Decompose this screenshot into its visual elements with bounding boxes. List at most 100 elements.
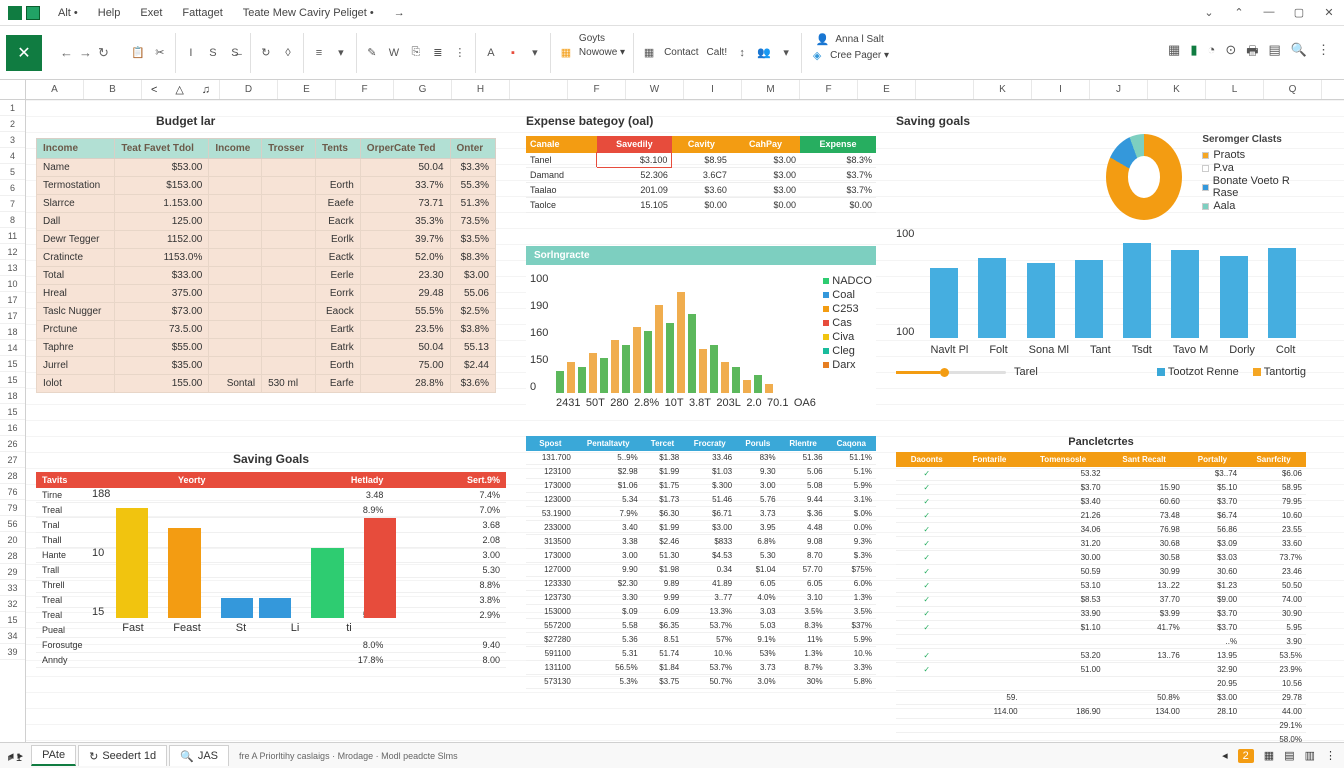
col-header[interactable]: F <box>800 80 858 99</box>
win-up-icon[interactable]: ⌃ <box>1232 6 1246 19</box>
contact-button[interactable]: Contact <box>664 47 698 58</box>
view-normal-icon[interactable]: ▦ <box>1264 749 1274 762</box>
row-header[interactable]: 39 <box>0 644 25 660</box>
grid-icon[interactable]: ▦ <box>642 46 656 60</box>
col-header[interactable]: G <box>394 80 452 99</box>
row-header[interactable]: 10 <box>0 276 25 292</box>
back-icon[interactable]: ← <box>60 45 73 61</box>
underline-icon[interactable]: S <box>206 46 220 60</box>
sheet-tab[interactable]: PAte <box>31 745 76 766</box>
sheet-tab[interactable]: ↻Seedert 1d <box>78 745 167 766</box>
row-header[interactable]: 33 <box>0 580 25 596</box>
row-header[interactable]: 16 <box>0 420 25 436</box>
overflow-icon[interactable]: ⋮ <box>1317 42 1330 64</box>
col-header[interactable]: W <box>626 80 684 99</box>
row-header[interactable]: 79 <box>0 500 25 516</box>
zoom-icon[interactable]: 🔍 <box>1291 42 1307 64</box>
row-header[interactable]: 34 <box>0 628 25 644</box>
align-left-icon[interactable]: ≡ <box>312 46 326 60</box>
row-header[interactable]: 3 <box>0 132 25 148</box>
col-header[interactable]: <△♫ <box>142 80 220 99</box>
row-header[interactable]: 29 <box>0 564 25 580</box>
layout-icon[interactable]: ▤ <box>1269 42 1281 64</box>
col-header[interactable]: E <box>278 80 336 99</box>
col-header[interactable]: H <box>452 80 510 99</box>
goals-slider[interactable] <box>896 371 1006 374</box>
refresh-icon[interactable]: ↻ <box>98 45 109 61</box>
row-header[interactable]: 26 <box>0 436 25 452</box>
col-header[interactable]: J <box>1090 80 1148 99</box>
row-header[interactable]: 17 <box>0 308 25 324</box>
row-header[interactable]: 8 <box>0 212 25 228</box>
row-header[interactable]: 12 <box>0 244 25 260</box>
col-header[interactable]: L <box>1206 80 1264 99</box>
table-view-icon[interactable]: ▦ <box>1168 42 1180 64</box>
forward-icon[interactable]: → <box>79 45 92 61</box>
col-header[interactable]: E <box>858 80 916 99</box>
person-icon[interactable]: 👤 <box>815 33 829 47</box>
row-header[interactable]: 18 <box>0 388 25 404</box>
col-header[interactable]: I <box>1032 80 1090 99</box>
select-all-corner[interactable] <box>0 80 26 99</box>
cree-button[interactable]: Cree Pager ▾ <box>830 50 889 61</box>
col-header[interactable]: F <box>336 80 394 99</box>
col-header[interactable]: I <box>684 80 742 99</box>
people-icon[interactable]: 👥 <box>757 46 771 60</box>
row-header[interactable]: 56 <box>0 516 25 532</box>
row-header[interactable]: 28 <box>0 468 25 484</box>
row-header[interactable]: 14 <box>0 340 25 356</box>
row-header[interactable]: 20 <box>0 532 25 548</box>
list-icon[interactable]: ⋮ <box>453 46 467 60</box>
maximize-icon[interactable]: ▢ <box>1292 6 1306 19</box>
win-down-icon[interactable]: ⌄ <box>1202 6 1216 19</box>
menu-fattaget[interactable]: Fattaget <box>172 7 232 19</box>
col-header[interactable] <box>510 80 568 99</box>
row-header[interactable]: 15 <box>0 404 25 420</box>
close-icon[interactable]: ✕ <box>1322 6 1336 19</box>
indent-icon[interactable]: ≣ <box>431 46 445 60</box>
more-icon[interactable]: ▾ <box>779 46 793 60</box>
menu-alt[interactable]: Alt • <box>48 7 88 19</box>
row-header[interactable]: 15 <box>0 372 25 388</box>
font-icon[interactable]: A <box>484 46 498 60</box>
file-tab[interactable]: ✕ <box>6 35 42 71</box>
italic-icon[interactable]: I <box>184 46 198 60</box>
minimize-icon[interactable]: — <box>1262 6 1276 19</box>
col-header[interactable]: D <box>220 80 278 99</box>
page-number[interactable]: 2 <box>1238 749 1254 763</box>
row-header[interactable]: 1 <box>0 100 25 116</box>
col-header[interactable]: K <box>1148 80 1206 99</box>
menu-exet[interactable]: Exet <box>130 7 172 19</box>
chart-icon[interactable]: ▦ <box>559 46 573 60</box>
col-header[interactable]: M <box>742 80 800 99</box>
sheet-canvas[interactable]: Budget lar IncomeTeat Favet TdolIncomeTr… <box>26 100 1344 742</box>
col-header[interactable]: B <box>84 80 142 99</box>
wrap-icon[interactable]: W <box>387 46 401 60</box>
menu-help[interactable]: Help <box>88 7 131 19</box>
row-header[interactable]: 28 <box>0 548 25 564</box>
merge-icon[interactable]: ⎘ <box>409 46 423 60</box>
crop-icon[interactable]: ◊ <box>281 46 295 60</box>
rotate-icon[interactable]: ↻ <box>259 46 273 60</box>
target-icon[interactable]: ⊙ <box>1225 42 1236 64</box>
pencil-icon[interactable]: ✎ <box>365 46 379 60</box>
row-header[interactable]: 13 <box>0 260 25 276</box>
row-header[interactable]: 4 <box>0 148 25 164</box>
row-header[interactable]: 18 <box>0 324 25 340</box>
row-header[interactable]: 6 <box>0 180 25 196</box>
col-header[interactable] <box>916 80 974 99</box>
row-header[interactable]: 15 <box>0 612 25 628</box>
flag-icon[interactable]: ▮ <box>1190 42 1197 64</box>
calt-button[interactable]: Calt! <box>707 47 728 58</box>
col-header[interactable]: A <box>26 80 84 99</box>
col-header[interactable]: F <box>568 80 626 99</box>
row-header[interactable]: 27 <box>0 452 25 468</box>
layer-icon[interactable]: ◈ <box>810 49 824 63</box>
strike-icon[interactable]: S̶ <box>228 46 242 60</box>
fill-icon[interactable]: ▪ <box>506 46 520 60</box>
sheet-tab[interactable]: 🔍JAS <box>169 745 229 766</box>
menu-teate[interactable]: Teate Mew Caviry Peliget • <box>233 7 384 19</box>
paste-icon[interactable]: 📋 <box>131 46 145 60</box>
row-header[interactable]: 17 <box>0 292 25 308</box>
row-header[interactable]: 2 <box>0 116 25 132</box>
